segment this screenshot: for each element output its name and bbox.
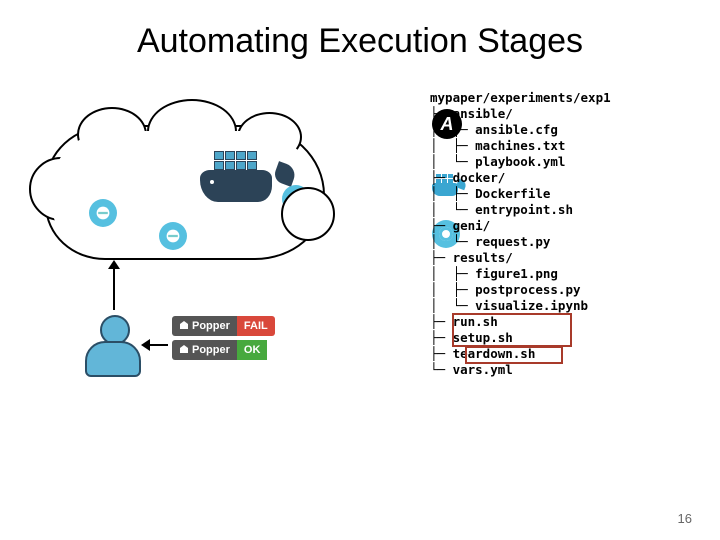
node-icon [89,199,117,227]
slide-number: 16 [678,511,692,526]
status-badges: Popper FAIL Popper OK [172,316,275,364]
popper-fail-badge: Popper FAIL [172,316,275,336]
popper-ok-badge: Popper OK [172,340,275,360]
user-icon [85,315,145,385]
file-tree: mypaper/experiments/exp1 ├─ ansible/ │ ├… [430,90,611,410]
cloud-diagram [45,125,325,260]
arrow-left-icon [148,344,168,346]
page-title: Automating Execution Stages [0,0,720,61]
node-icon [282,185,310,213]
docker-icon [192,142,287,202]
node-icon [159,222,187,250]
arrow-up-icon [113,262,115,310]
